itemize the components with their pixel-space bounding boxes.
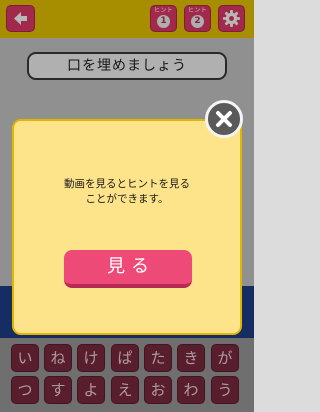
dialog-message: 動画を見るとヒントを見る ことができます。: [14, 177, 240, 207]
watch-video-button[interactable]: 見る: [64, 250, 192, 288]
dialog-message-line-1: 動画を見るとヒントを見る: [64, 178, 190, 190]
hint-video-dialog: 動画を見るとヒントを見る ことができます。 見る: [12, 119, 242, 335]
close-icon: [216, 111, 232, 127]
close-button[interactable]: [205, 100, 243, 138]
dialog-message-line-2: ことができます。: [85, 193, 169, 205]
